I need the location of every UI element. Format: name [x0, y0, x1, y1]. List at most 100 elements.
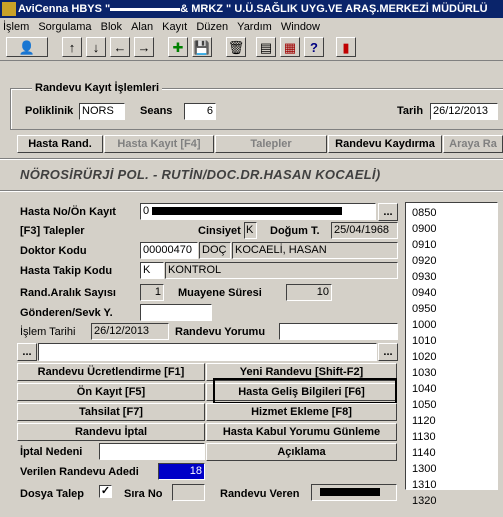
yorum-label: Randevu Yorumu — [175, 326, 266, 338]
talepler-label[interactable]: [F3] Talepler — [20, 225, 85, 237]
hasta-no-field[interactable]: 0 — [140, 203, 376, 220]
redacted-block — [110, 7, 181, 11]
list-item[interactable]: 1050 — [412, 397, 497, 413]
gonderen-field[interactable] — [140, 304, 212, 321]
exit-icon[interactable]: ▮ — [336, 37, 356, 57]
calculator-icon[interactable]: ▤ — [256, 37, 276, 57]
help-icon[interactable]: ? — [304, 37, 324, 57]
divider — [0, 158, 503, 160]
list-item[interactable]: 0910 — [412, 237, 497, 253]
dosya-label: Dosya Talep — [20, 488, 84, 500]
time-slot-list[interactable]: 0850 0900 0910 0920 0930 0940 0950 1000 … — [405, 202, 498, 507]
sira-label: Sıra No — [124, 488, 163, 500]
list-item[interactable]: 1000 — [412, 317, 497, 333]
cinsiyet-label: Cinsiyet — [198, 225, 241, 237]
menu-alan[interactable]: Alan — [131, 21, 153, 33]
takip-label: Hasta Takip Kodu — [20, 265, 113, 277]
iptal-nedeni-label: İptal Nedeni — [20, 446, 83, 458]
doktor-title-field: DOÇ — [199, 242, 231, 259]
gonderen-label: Gönderen/Sevk Y. — [20, 307, 113, 319]
seans-field[interactable]: 6 — [184, 103, 216, 120]
user-card-icon[interactable]: 👤 — [6, 37, 48, 57]
hizmet-ekleme-button[interactable]: Hizmet Ekleme [F8] — [206, 403, 397, 421]
print-icon[interactable]: ▦ — [280, 37, 300, 57]
veren-label: Randevu Veren — [220, 488, 300, 500]
aralik-label: Rand.Aralık Sayısı — [20, 287, 116, 299]
new-record-icon[interactable]: ✚ — [168, 37, 188, 57]
tahsilat-button[interactable]: Tahsilat [F7] — [17, 403, 205, 421]
list-item[interactable]: 1040 — [412, 381, 497, 397]
verilen-label: Verilen Randevu Adedi — [20, 466, 139, 478]
dogum-field: 25/04/1968 — [331, 222, 398, 239]
note-field[interactable] — [38, 343, 377, 361]
verilen-field: 18 — [158, 463, 205, 480]
toolbar: 👤 ↑ ↓ ← → ✚ 💾 🗑 ▤ ▦ ? ▮ — [0, 36, 503, 61]
list-item[interactable]: 1010 — [412, 333, 497, 349]
trash-icon[interactable]: 🗑 — [226, 37, 246, 57]
arrow-left-icon[interactable]: ← — [110, 37, 130, 57]
on-kayit-button[interactable]: Ön Kayıt [F5] — [17, 383, 205, 401]
tab-randevu-kaydirma[interactable]: Randevu Kaydırma — [328, 135, 442, 153]
list-item[interactable]: 1020 — [412, 349, 497, 365]
hasta-lookup-button[interactable]: ... — [378, 203, 398, 221]
left-lookup-button[interactable]: ... — [17, 343, 37, 361]
takip-desc-field: KONTROL — [165, 262, 398, 279]
list-item[interactable]: 1130 — [412, 429, 497, 445]
cinsiyet-field: K — [244, 222, 257, 239]
iptal-nedeni-field[interactable] — [99, 443, 205, 460]
kabul-yorumu-button[interactable]: Hasta Kabul Yorumu Günleme — [206, 423, 397, 441]
arrow-up-icon[interactable]: ↑ — [62, 37, 82, 57]
menu-yardim[interactable]: Yardım — [237, 21, 272, 33]
tab-hasta-rand[interactable]: Hasta Rand. — [17, 135, 103, 153]
list-item[interactable]: 0900 — [412, 221, 497, 237]
list-item[interactable]: 1140 — [412, 445, 497, 461]
poliklinik-field[interactable]: NORS — [79, 103, 125, 120]
group-title: Randevu Kayıt İşlemleri — [32, 82, 163, 94]
tab-talepler[interactable]: Talepler — [215, 135, 327, 153]
menu-blok[interactable]: Blok — [101, 21, 122, 33]
muayene-label: Muayene Süresi — [178, 287, 262, 299]
menu-sorgulama[interactable]: Sorgulama — [38, 21, 91, 33]
list-item[interactable]: 0850 — [412, 205, 497, 221]
dogum-label: Doğum T. — [270, 225, 320, 237]
list-item[interactable]: 0930 — [412, 269, 497, 285]
arrow-right-icon[interactable]: → — [134, 37, 154, 57]
aralik-field: 1 — [140, 284, 164, 301]
list-item[interactable]: 1300 — [412, 461, 497, 477]
tab-araya[interactable]: Araya Ra — [443, 135, 503, 153]
randevu-iptal-button[interactable]: Randevu İptal — [17, 423, 205, 441]
menu-duzen[interactable]: Düzen — [196, 21, 228, 33]
list-item[interactable]: 1320 — [412, 493, 497, 509]
list-item[interactable]: 0920 — [412, 253, 497, 269]
tarih-field[interactable]: 26/12/2013 — [430, 103, 498, 120]
list-item[interactable]: 1310 — [412, 477, 497, 493]
doktor-code-field[interactable]: 00000470 — [140, 242, 198, 259]
arrow-down-icon[interactable]: ↓ — [86, 37, 106, 57]
menu-islem[interactable]: İşlem — [3, 21, 29, 33]
title-text: & MRKZ " U.Ü.SAĞLIK UYG.VE ARAŞ.MERKEZİ … — [180, 3, 488, 15]
aciklama-button[interactable]: Açıklama — [206, 443, 397, 461]
list-item[interactable]: 1030 — [412, 365, 497, 381]
seans-label: Seans — [140, 105, 173, 117]
highlight-frame — [213, 378, 397, 404]
list-item[interactable]: 0950 — [412, 301, 497, 317]
right-lookup-button[interactable]: ... — [378, 343, 398, 361]
sira-field — [172, 484, 205, 501]
list-item[interactable]: 0940 — [412, 285, 497, 301]
save-icon[interactable]: 💾 — [192, 37, 212, 57]
menu-window[interactable]: Window — [281, 21, 320, 33]
islem-label: İşlem Tarihi — [20, 326, 76, 338]
ucretlendirme-button[interactable]: Randevu Ücretlendirme [F1] — [17, 363, 205, 381]
islem-field: 26/12/2013 — [91, 323, 169, 340]
veren-field — [311, 484, 397, 501]
title-prefix: AviCenna HBYS " — [18, 3, 111, 15]
takip-code-field[interactable]: K — [140, 262, 164, 279]
tab-hasta-kayit[interactable]: Hasta Kayıt [F4] — [104, 135, 214, 153]
app-icon — [2, 2, 16, 16]
menu-kayit[interactable]: Kayıt — [162, 21, 187, 33]
yorum-field[interactable] — [279, 323, 398, 340]
doktor-label: Doktor Kodu — [20, 245, 87, 257]
poliklinik-label: Poliklinik — [25, 105, 74, 117]
list-item[interactable]: 1120 — [412, 413, 497, 429]
dosya-checkbox[interactable]: ✓ — [99, 485, 112, 498]
